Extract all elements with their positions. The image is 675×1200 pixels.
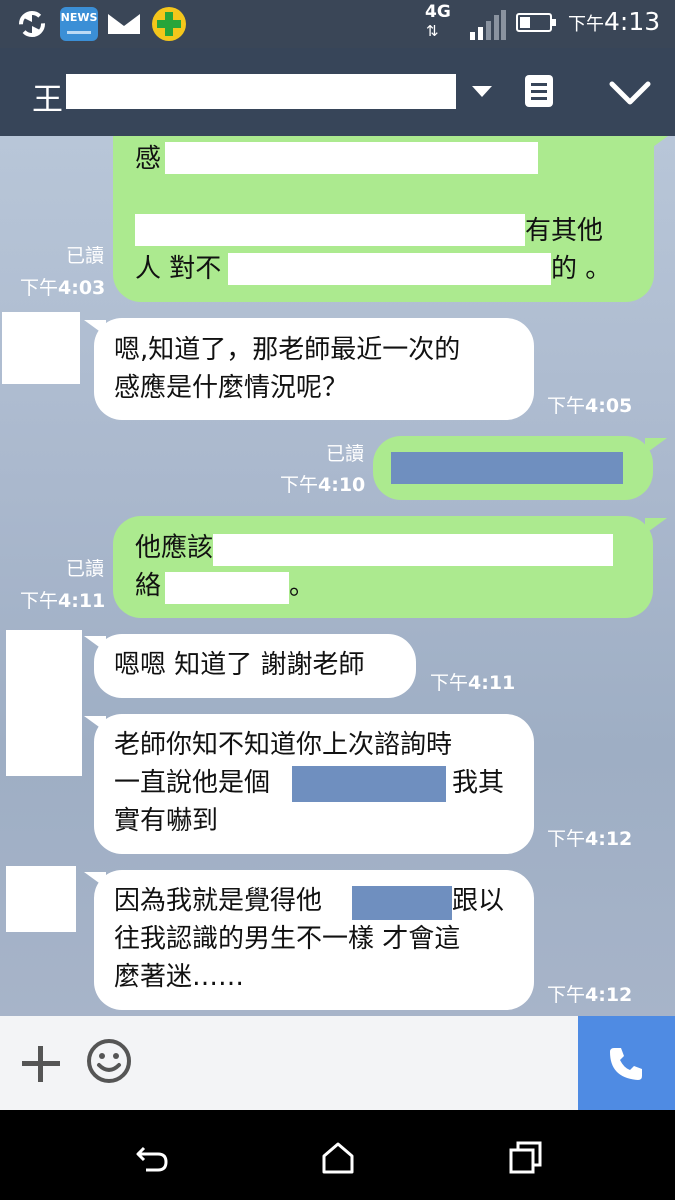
status-bar: NEWS 4G ⇅ 下午4:13 [0,0,675,48]
message-text: 一直說他是個 [114,768,271,798]
bubble-tail [646,136,668,152]
message-text: 實有嚇到 [114,806,219,836]
plus-icon[interactable] [20,1044,62,1084]
bubble-tail [645,438,667,454]
network-arrows-icon: ⇅ [426,22,439,40]
network-type: 4G [425,2,451,22]
bubble-tail [645,518,667,534]
home-icon[interactable] [318,1138,358,1178]
phone-icon [610,1048,642,1080]
timestamp: 下午4:12 [547,984,633,1006]
chevron-down-icon[interactable] [604,76,656,110]
redaction [213,534,613,566]
message-bubble-incoming[interactable]: 老師你知不知道你上次諮詢時 一直說他是個 我其 實有嚇到 [94,714,534,854]
timestamp: 下午4:05 [547,395,633,417]
message-text: 感 [135,144,162,174]
avatar[interactable] [2,312,80,384]
bubble-tail [84,320,106,336]
timestamp: 下午4:10 [280,474,366,496]
plus-app-icon [152,7,186,41]
message-text: 有其他 [525,216,604,246]
chat-area[interactable]: 感 有其他 人 對不 的 。 已讀 下午4:03 嗯,知道了，那老師最近一次的 … [0,136,675,1016]
message-text: 絡 [135,571,162,601]
chat-title[interactable]: 王 [32,74,63,119]
redaction [135,214,525,246]
bubble-tail [84,636,106,652]
message-bubble-outgoing[interactable]: 他應該 絡 。 [113,516,653,618]
input-bar [0,1016,675,1110]
avatar[interactable] [6,630,82,776]
message-text: 往我認識的男生不一樣 才會這 [114,924,461,954]
recents-icon[interactable] [506,1138,546,1178]
timestamp: 下午4:11 [20,590,106,612]
message-text: 我其 [452,768,505,798]
message-bubble-incoming[interactable]: 嗯,知道了，那老師最近一次的 感應是什麼情況呢？ [94,318,534,420]
dropdown-icon[interactable] [472,86,492,97]
message-bubble-incoming[interactable]: 嗯嗯 知道了 謝謝老師 [94,634,416,698]
message-bubble-outgoing[interactable]: 感 有其他 人 對不 的 。 [113,136,654,302]
message-text: 嗯,知道了，那老師最近一次的 [114,335,461,365]
message-bubble-incoming[interactable]: 因為我就是覺得他 跟以 往我認識的男生不一樣 才會這 麼著迷…… [94,870,534,1010]
sync-icon [19,11,45,37]
message-text: 麼著迷…… [114,962,245,992]
message-text: 老師你知不知道你上次諮詢時 [114,730,453,760]
notes-icon[interactable] [524,74,554,108]
bubble-tail [84,716,106,732]
signal-icon [470,10,506,40]
call-button[interactable] [578,1016,675,1110]
name-redaction [66,74,456,109]
message-text: 的 。 [551,254,612,284]
timestamp: 下午4:11 [430,672,516,694]
read-receipt: 已讀 [325,443,364,465]
message-text: 因為我就是覺得他 [114,886,323,916]
clock: 下午4:13 [568,7,661,36]
battery-icon [516,13,556,32]
navigation-bar [0,1110,675,1200]
message-text: 人 對不 [135,254,222,284]
redaction [292,766,446,802]
redaction [165,142,538,174]
chat-header: 王 [0,48,675,136]
mail-icon [108,14,140,34]
back-icon[interactable] [132,1138,172,1178]
redaction [352,886,452,920]
redaction [165,572,289,604]
bubble-tail [84,872,106,888]
message-text: 他應該 [135,533,214,563]
redaction [228,253,551,285]
read-receipt: 已讀 [65,558,104,580]
timestamp: 下午4:03 [20,277,106,299]
timestamp: 下午4:12 [547,828,633,850]
read-receipt: 已讀 [65,245,104,267]
avatar[interactable] [6,866,76,932]
emoji-icon[interactable] [86,1038,132,1084]
redaction [391,452,623,484]
news-icon: NEWS [60,7,98,41]
message-text: 感應是什麼情況呢？ [114,373,349,403]
message-text: 。 [289,571,316,601]
message-text: 嗯嗯 知道了 謝謝老師 [114,650,365,680]
message-text: 跟以 [452,886,505,916]
message-bubble-outgoing[interactable] [373,436,653,500]
